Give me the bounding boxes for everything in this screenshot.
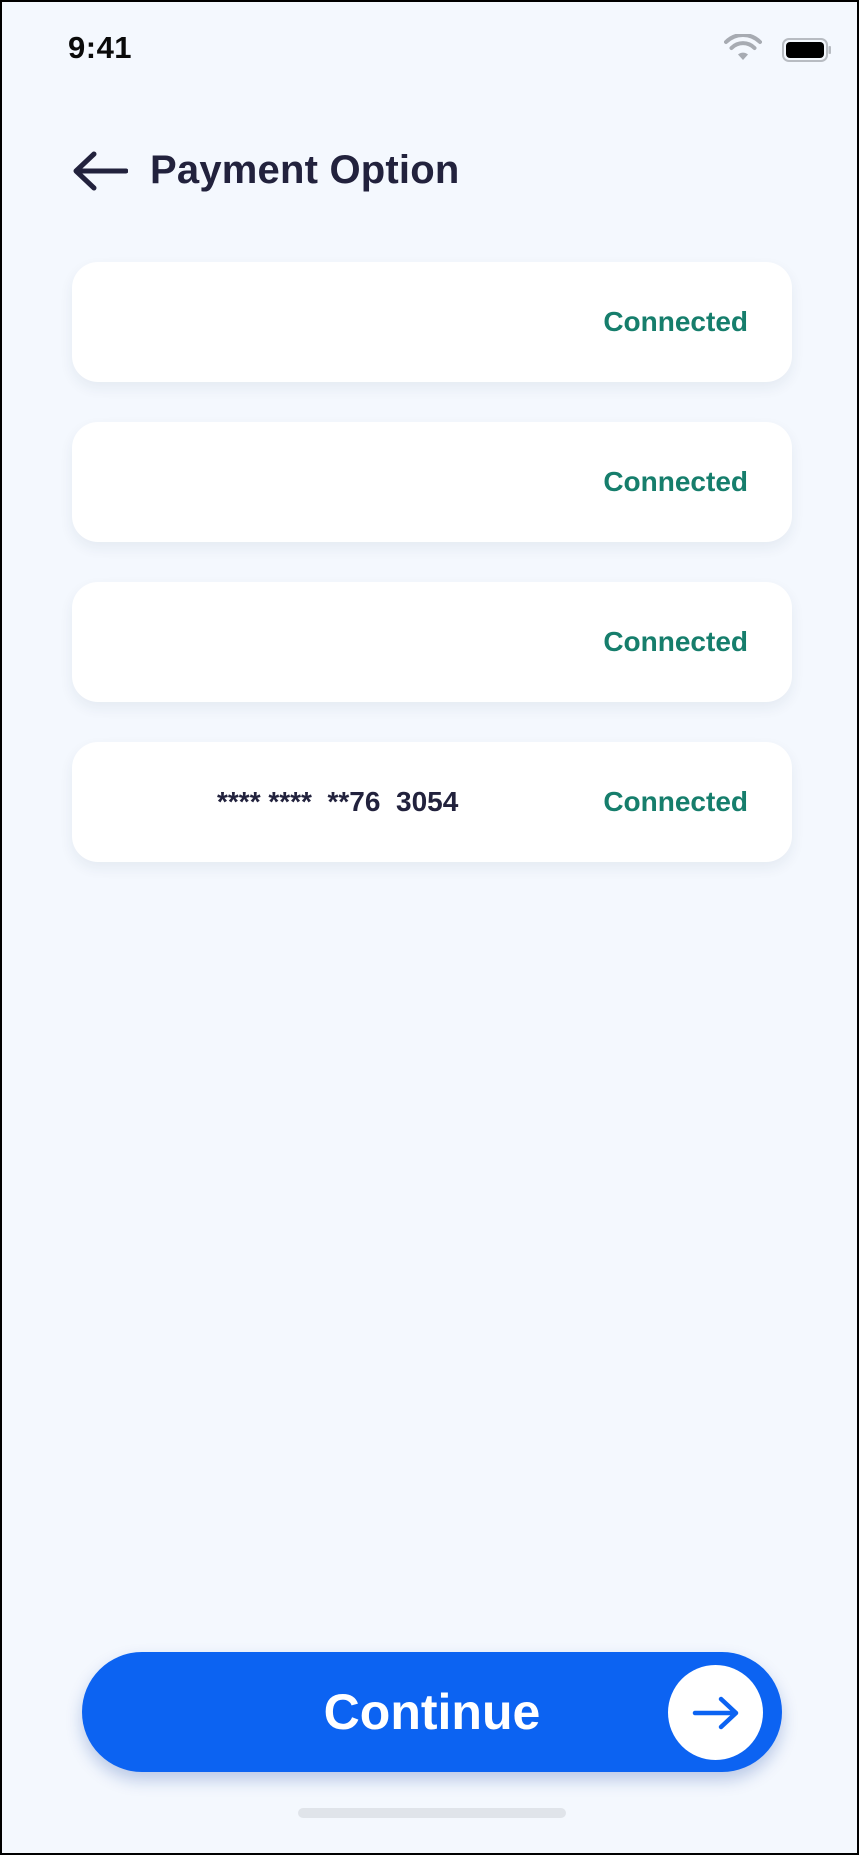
phone-screen: 9:41 Payment Option Connected Connected … bbox=[0, 0, 859, 1855]
wifi-icon bbox=[724, 34, 762, 60]
arrow-right-icon bbox=[692, 1696, 738, 1729]
arrow-left-icon bbox=[73, 151, 128, 191]
card-number: **** **** **76 3054 bbox=[217, 786, 459, 817]
payment-option-card[interactable]: Connected bbox=[72, 422, 792, 542]
connected-status: Connected bbox=[603, 306, 748, 337]
payment-option-card[interactable]: Connected bbox=[72, 582, 792, 702]
payment-option-card[interactable]: Connected bbox=[72, 262, 792, 382]
connected-status: Connected bbox=[603, 626, 748, 657]
battery-icon bbox=[782, 38, 831, 62]
page-title: Payment Option bbox=[150, 148, 460, 192]
status-time: 9:41 bbox=[68, 30, 133, 65]
connected-status: Connected bbox=[603, 466, 748, 497]
continue-arrow-circle bbox=[668, 1665, 763, 1760]
connected-status: Connected bbox=[603, 786, 748, 817]
back-button[interactable] bbox=[70, 146, 130, 196]
payment-option-card[interactable]: **** **** **76 3054 Connected bbox=[72, 742, 792, 862]
payment-option-list: Connected Connected Connected **** **** … bbox=[72, 262, 792, 902]
continue-button[interactable]: Continue bbox=[82, 1652, 782, 1772]
home-indicator bbox=[298, 1808, 566, 1818]
